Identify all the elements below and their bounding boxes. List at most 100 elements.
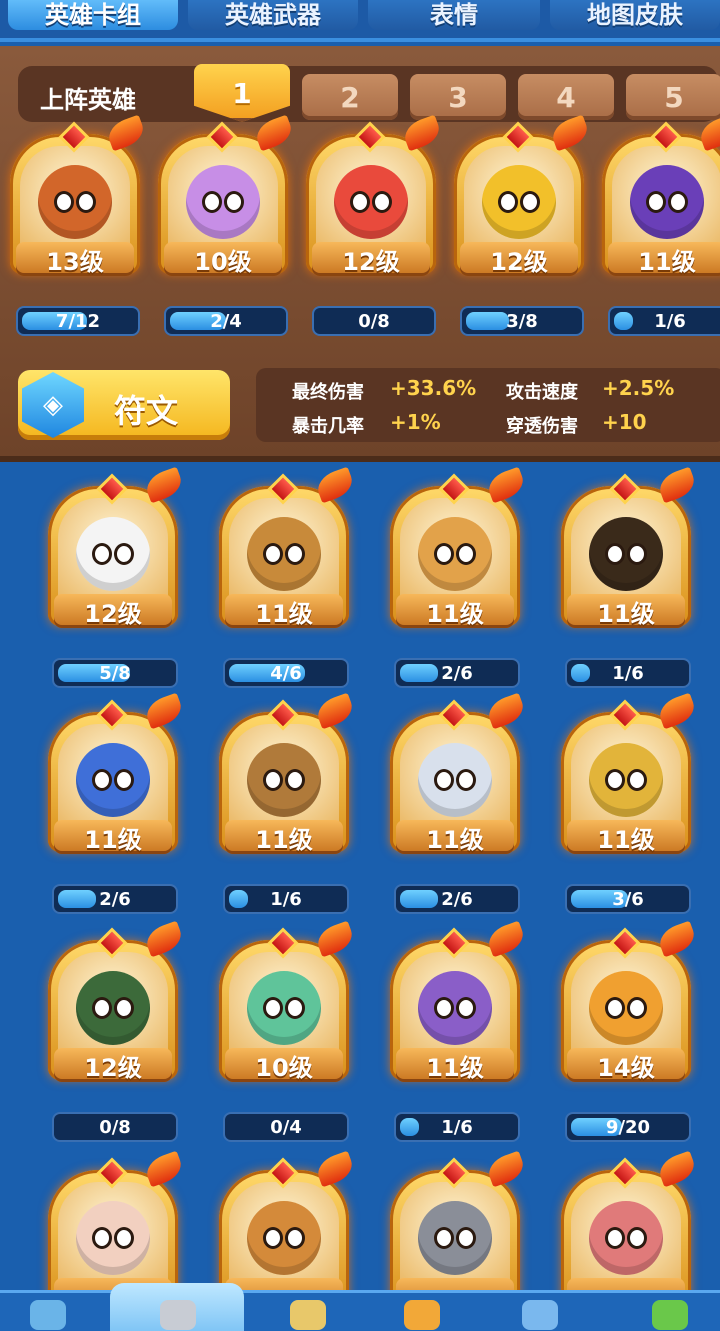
card-progress-bar: 2/6 [54,886,176,912]
hero-card[interactable]: 11级 [390,466,528,628]
hero-card[interactable] [390,1150,528,1312]
hero-card[interactable]: 11级 [561,692,699,854]
card-progress-bar: 1/6 [610,308,720,334]
progress-text: 4/6 [270,662,302,684]
hero-face-icon [589,1201,663,1275]
card-progress-bar: 0/4 [225,1114,347,1140]
hero-level: 11级 [54,820,172,854]
stat-value: +10 [602,410,647,434]
progress-text: 1/6 [270,888,302,910]
hero-face-icon [247,971,321,1045]
flame-icon [655,920,699,958]
flame-icon [142,466,186,504]
hero-card[interactable]: 12级 [306,114,444,276]
rune-gem-icon: ◈ [22,372,84,438]
hero-face-icon [247,517,321,591]
card-progress-bar: 0/8 [314,308,434,334]
hero-level: 12级 [312,242,430,276]
card-progress-bar: 3/8 [462,308,582,334]
stat-value: +1% [390,410,441,434]
nav-item[interactable] [148,1296,208,1331]
hero-level: 11级 [225,594,343,628]
hero-level: 11级 [225,820,343,854]
hero-face-icon [247,743,321,817]
progress-text: 3/6 [612,888,644,910]
hero-card[interactable]: 10级 [158,114,296,276]
hero-card[interactable]: 13级 [10,114,148,276]
hero-face-icon [186,165,260,239]
flame-icon [313,1150,357,1188]
crown-icon [404,1300,440,1330]
hero-card[interactable] [561,1150,699,1312]
rune-label: 符文 [114,392,179,430]
card-progress-bar: 2/6 [396,886,518,912]
hero-card[interactable]: 11级 [390,692,528,854]
hero-face-icon [589,743,663,817]
hero-level: 13级 [16,242,134,276]
hero-face-icon [589,971,663,1045]
hero-card[interactable]: 11级 [561,466,699,628]
progress-text: 2/4 [210,310,242,332]
hero-level: 10级 [164,242,282,276]
progress-text: 3/8 [506,310,538,332]
tab-hero-deck[interactable]: 英雄卡组 [8,0,178,30]
hero-card[interactable]: 10级 [219,920,357,1082]
hero-card[interactable]: 11级 [390,920,528,1082]
team-icon [522,1300,558,1330]
hero-card[interactable]: 11级 [48,692,186,854]
hero-card[interactable]: 12级 [454,114,592,276]
hero-face-icon [76,971,150,1045]
hero-card[interactable]: 11级 [602,114,720,276]
tab-emotes[interactable]: 表情 [368,0,540,30]
hero-face-icon [418,517,492,591]
stats-summary: 最终伤害 +33.6% 攻击速度 +2.5% 暴击几率 +1% 穿透伤害 +10 [256,368,720,442]
stat-name: 暴击几率 [292,416,364,437]
card-progress-bar: 2/4 [166,308,286,334]
card-progress-bar: 2/6 [396,660,518,686]
hero-card[interactable]: 14级 [561,920,699,1082]
card-progress-bar: 1/6 [396,1114,518,1140]
tab-map-skins[interactable]: 地图皮肤 [550,0,720,30]
slot-button-4[interactable]: 4 [518,74,614,120]
hero-level: 14级 [567,1048,685,1082]
hero-level: 11级 [608,242,720,276]
progress-text: 5/8 [99,662,131,684]
hero-card[interactable]: 12级 [48,466,186,628]
hero-card[interactable]: 11级 [219,692,357,854]
flame-icon [313,466,357,504]
nav-item[interactable] [640,1296,700,1331]
rune-button[interactable]: ◈ 符文 [18,370,230,440]
nav-item[interactable] [510,1296,570,1331]
progress-text: 2/6 [99,888,131,910]
flame-icon [142,692,186,730]
nav-item[interactable] [18,1296,78,1331]
card-progress-bar: 3/6 [567,886,689,912]
hero-card[interactable]: 11级 [219,466,357,628]
progress-text: 1/6 [654,310,686,332]
shop-icon [30,1300,66,1330]
slot-button-1[interactable]: 1 [194,64,290,122]
stat-name: 穿透伤害 [506,416,578,437]
slot-button-2[interactable]: 2 [302,74,398,120]
hero-face-icon [76,517,150,591]
hero-card[interactable]: 12级 [48,920,186,1082]
team-panel: 上阵英雄 1 2 3 4 5 13级 7/12 10级 2/4 12级 0/8 12级 3/8… [0,46,720,462]
hero-level: 10级 [225,1048,343,1082]
nav-item[interactable] [392,1296,452,1331]
hero-face-icon [418,971,492,1045]
flame-icon [484,920,528,958]
hero-level: 12级 [54,1048,172,1082]
progress-text: 9/20 [605,1116,651,1138]
progress-text: 1/6 [612,662,644,684]
flame-icon [313,692,357,730]
team-label: 上阵英雄 [40,86,136,114]
sprout-icon [652,1300,688,1330]
tab-hero-weapons[interactable]: 英雄武器 [188,0,358,30]
hero-face-icon [334,165,408,239]
slot-button-5[interactable]: 5 [626,74,720,120]
hero-face-icon [589,517,663,591]
nav-item[interactable] [278,1296,338,1331]
stat-value: +33.6% [390,376,477,400]
bottom-nav [0,1283,720,1331]
slot-button-3[interactable]: 3 [410,74,506,120]
